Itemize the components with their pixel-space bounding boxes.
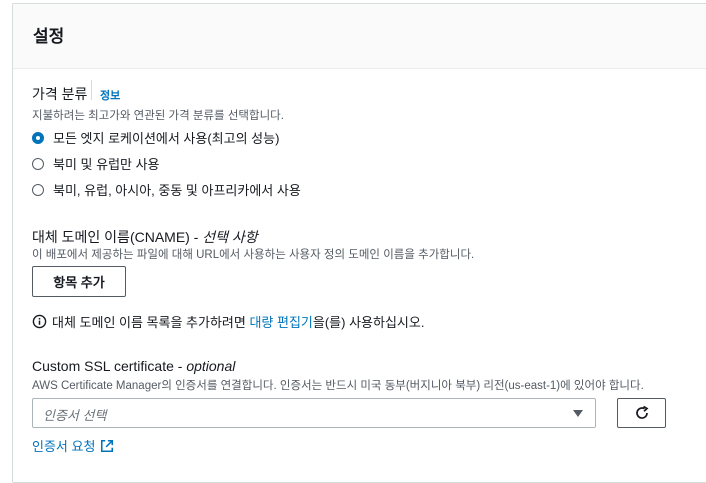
- caret-down-icon: [573, 410, 583, 417]
- radio-option-all-locations[interactable]: 모든 엣지 로케이션에서 사용(최고의 성능): [32, 128, 279, 147]
- certificate-select[interactable]: 인증서 선택: [32, 398, 596, 428]
- radio-label: 북미, 유럽, 아시아, 중동 및 아프리카에서 사용: [53, 183, 301, 198]
- cname-description: 이 배포에서 제공하는 파일에 대해 URL에서 사용하는 사용자 정의 도메인…: [32, 249, 475, 261]
- certificate-select-placeholder: 인증서 선택: [43, 408, 107, 423]
- ssl-description: AWS Certificate Manager의 인증서를 연결합니다. 인증서…: [32, 380, 644, 392]
- divider: [91, 80, 92, 100]
- ssl-label: Custom SSL certificate - optional: [32, 358, 235, 374]
- panel-title: 설정: [33, 27, 65, 46]
- radio-button-checked[interactable]: [32, 131, 44, 144]
- radio-button[interactable]: [32, 157, 44, 170]
- radio-option-na-eu-asia[interactable]: 북미, 유럽, 아시아, 중동 및 아프리카에서 사용: [32, 180, 301, 199]
- info-circle-icon: [32, 314, 47, 329]
- bulk-editor-link[interactable]: 대량 편집기: [249, 315, 312, 330]
- ssl-label-optional: optional: [186, 358, 236, 374]
- info-text-before: 대체 도메인 이름 목록을 추가하려면: [52, 315, 250, 330]
- radio-label: 모든 엣지 로케이션에서 사용(최고의 성능): [53, 131, 280, 146]
- radio-button[interactable]: [32, 183, 44, 196]
- price-class-info-link[interactable]: 정보: [100, 87, 120, 103]
- cname-label: 대체 도메인 이름(CNAME) - 선택 사항: [32, 227, 258, 247]
- cname-info-row: 대체 도메인 이름 목록을 추가하려면 대량 편집기을(를) 사용하십시오.: [32, 312, 424, 331]
- cname-label-optional: 선택 사항: [202, 229, 258, 245]
- request-certificate-label: 인증서 요청: [32, 439, 96, 454]
- refresh-icon: [635, 405, 648, 419]
- external-link-icon: [101, 439, 114, 452]
- panel-header: 설정: [13, 4, 706, 69]
- price-class-description: 지불하려는 최고가와 연관된 가격 분류를 선택합니다.: [32, 110, 284, 122]
- radio-option-na-eu[interactable]: 북미 및 유럽만 사용: [32, 154, 160, 173]
- cname-info-text: 대체 도메인 이름 목록을 추가하려면 대량 편집기을(를) 사용하십시오.: [52, 312, 424, 331]
- price-class-label: 가격 분류: [32, 86, 88, 102]
- refresh-button[interactable]: [617, 398, 666, 428]
- add-item-button[interactable]: 항목 추가: [32, 266, 126, 297]
- radio-label: 북미 및 유럽만 사용: [53, 157, 160, 172]
- request-certificate-link[interactable]: 인증서 요청: [32, 436, 114, 455]
- ssl-label-main: Custom SSL certificate -: [32, 358, 187, 374]
- info-text-after: 을(를) 사용하십시오.: [312, 315, 425, 330]
- cname-label-main: 대체 도메인 이름(CNAME) -: [32, 229, 203, 245]
